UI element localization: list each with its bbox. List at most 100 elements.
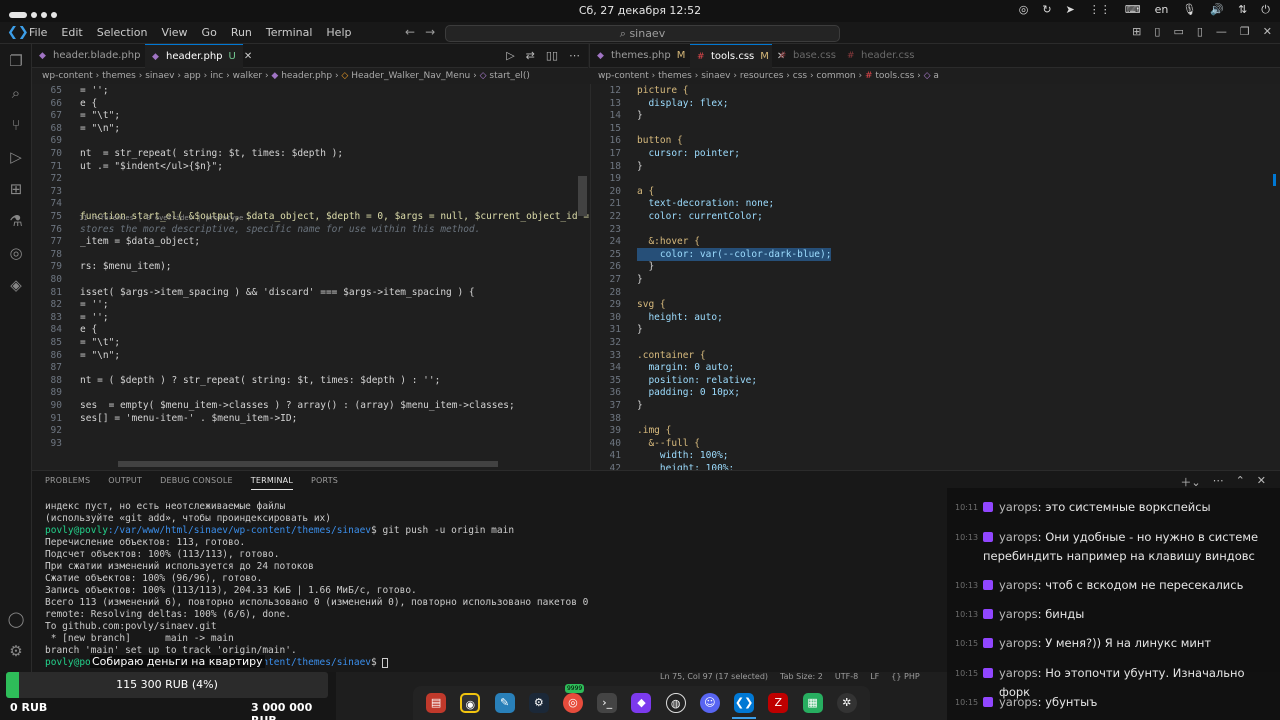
power-tray-icon[interactable]: ⏻ [1261, 3, 1270, 17]
code-line[interactable]: 86 = "\n"; [32, 349, 590, 362]
code-line[interactable]: 41 width: 100%; [591, 449, 1280, 462]
code-line[interactable]: 92 [32, 424, 590, 437]
line-number[interactable]: 76 [32, 223, 62, 236]
command-center-search[interactable]: ⌕ sinaev [445, 25, 840, 42]
line-number[interactable]: 28 [591, 286, 621, 299]
code-line[interactable]: 29 svg { [591, 298, 1280, 311]
line-number[interactable]: 42 [591, 462, 621, 470]
chrome-icon[interactable]: 9999 ◎ [562, 684, 585, 713]
code-line[interactable]: 25 color: var(--color-dark-blue); [591, 247, 1280, 261]
code-line[interactable]: 19 [591, 172, 1280, 185]
line-number[interactable]: 66 [32, 97, 62, 110]
menu-file[interactable]: File [29, 26, 47, 39]
breadcrumb-item[interactable]: css [793, 71, 807, 81]
breadcrumb-item[interactable]: Header_Walker_Nav_Menu [351, 71, 470, 81]
toggle-sidebar-icon[interactable]: ▯ [1154, 25, 1160, 38]
chat-username[interactable]: yarops [999, 695, 1038, 709]
code-line[interactable]: 67 = "\t"; [32, 109, 590, 122]
code-line[interactable]: 38 [591, 412, 1280, 425]
breadcrumb-item[interactable]: resources [740, 71, 784, 81]
breadcrumb-item[interactable]: tools.css [875, 71, 914, 81]
terminal-icon[interactable]: ›_ [597, 693, 618, 713]
line-number[interactable]: 19 [591, 172, 621, 185]
line-number[interactable]: 65 [32, 84, 62, 97]
code-line[interactable]: 39 .img { [591, 424, 1280, 437]
line-number[interactable]: 82 [32, 298, 62, 311]
line-number[interactable]: 14 [591, 109, 621, 122]
line-number[interactable]: 68 [32, 122, 62, 135]
code-line[interactable]: 90 ses = empty( $menu_item->classes ) ? a… [32, 399, 590, 412]
line-number[interactable]: 39 [591, 424, 621, 437]
line-number[interactable]: 73 [32, 185, 62, 198]
line-number[interactable]: 33 [591, 349, 621, 362]
chat-username[interactable]: yarops [999, 607, 1038, 621]
line-number[interactable]: 83 [32, 311, 62, 324]
menu-go[interactable]: Go [202, 26, 217, 39]
code-line[interactable]: 16 button { [591, 134, 1280, 147]
code-line[interactable]: 76 stores the more descriptive, specific … [32, 223, 590, 236]
mixer-tray-icon[interactable]: ⋮⋮ [1089, 3, 1111, 17]
line-number[interactable]: 81 [32, 286, 62, 299]
files-icon[interactable]: ▤ [426, 693, 447, 713]
code-line[interactable]: 68 = "\n"; [32, 122, 590, 135]
tab-debug-console[interactable]: DEBUG CONSOLE [160, 476, 233, 490]
back-arrow-icon[interactable]: ← [405, 25, 425, 39]
code-line[interactable]: 30 height: auto; [591, 311, 1280, 324]
line-number[interactable]: 72 [32, 172, 62, 185]
line-number[interactable]: 71 [32, 160, 62, 173]
line-number[interactable]: 29 [591, 298, 621, 311]
line-number[interactable]: 32 [591, 336, 621, 349]
manage-gear-icon[interactable]: ⚙ [7, 642, 25, 660]
breadcrumb-item[interactable]: sinaev [145, 71, 174, 81]
steam-icon[interactable]: ⚙ [528, 693, 549, 713]
forward-arrow-icon[interactable]: → [425, 25, 445, 39]
line-number[interactable]: 77 [32, 235, 62, 248]
code-line[interactable]: 24 &:hover { [591, 235, 1280, 248]
line-number[interactable]: 41 [591, 449, 621, 462]
microphone-tray-icon[interactable]: 🎙 [1182, 3, 1196, 17]
remote-explorer-icon[interactable]: ◎ [7, 244, 25, 262]
testing-icon[interactable]: ⚗ [7, 212, 25, 230]
line-number[interactable]: 78 [32, 248, 62, 261]
line-number[interactable]: 21 [591, 197, 621, 210]
sync-tray-icon[interactable]: ↻ [1042, 3, 1051, 17]
source-control-icon[interactable]: ⑂ [7, 116, 25, 134]
chat-username[interactable]: yarops [999, 530, 1038, 544]
line-number[interactable]: 17 [591, 147, 621, 160]
code-line[interactable]: 14} [591, 109, 1280, 122]
obs-tray-icon[interactable]: ◎ [1019, 3, 1029, 17]
line-number[interactable]: 89 [32, 386, 62, 399]
filezilla-icon[interactable]: Z [768, 693, 789, 713]
accounts-icon[interactable]: ◯ [7, 610, 25, 628]
language-mode[interactable]: {} PHP [891, 670, 919, 684]
line-number[interactable]: 70 [32, 147, 62, 160]
line-number[interactable]: 69 [32, 134, 62, 147]
vertical-scrollbar[interactable] [578, 176, 587, 216]
line-number[interactable]: 75 [32, 210, 62, 223]
end-of-line[interactable]: LF [870, 670, 879, 684]
code-line[interactable]: 80 [32, 273, 590, 286]
menu-terminal[interactable]: Terminal [266, 26, 313, 39]
chat-username[interactable]: yarops [999, 578, 1038, 592]
line-number[interactable]: 79 [32, 260, 62, 273]
code-line[interactable]: 83 = ''; [32, 311, 590, 324]
chat-username[interactable]: yarops [999, 500, 1038, 514]
code-line[interactable]: 23 [591, 223, 1280, 236]
line-number[interactable]: 85 [32, 336, 62, 349]
chat-username[interactable]: yarops [999, 666, 1038, 680]
line-number[interactable]: 91 [32, 412, 62, 425]
breadcrumb-item[interactable]: app [184, 71, 201, 81]
code-line[interactable]: 17 cursor: pointer; [591, 147, 1280, 160]
menu-selection[interactable]: Selection [97, 26, 148, 39]
obs-icon[interactable]: ◍ [665, 693, 686, 713]
run-icon[interactable]: ▷ [506, 49, 514, 62]
code-line[interactable]: 34 margin: 0 auto; [591, 361, 1280, 374]
line-number[interactable]: 31 [591, 323, 621, 336]
line-number[interactable]: 38 [591, 412, 621, 425]
code-line[interactable]: 91 ses[] = 'menu-item-' . $menu_item->ID; [32, 412, 590, 425]
text-editor-icon[interactable]: ✎ [494, 693, 515, 713]
explorer-icon[interactable]: ❐ [7, 52, 25, 70]
close-window-icon[interactable]: ✕ [1263, 25, 1272, 38]
docker-icon[interactable]: ◈ [7, 276, 25, 294]
code-line[interactable]: 20 a { [591, 185, 1280, 198]
